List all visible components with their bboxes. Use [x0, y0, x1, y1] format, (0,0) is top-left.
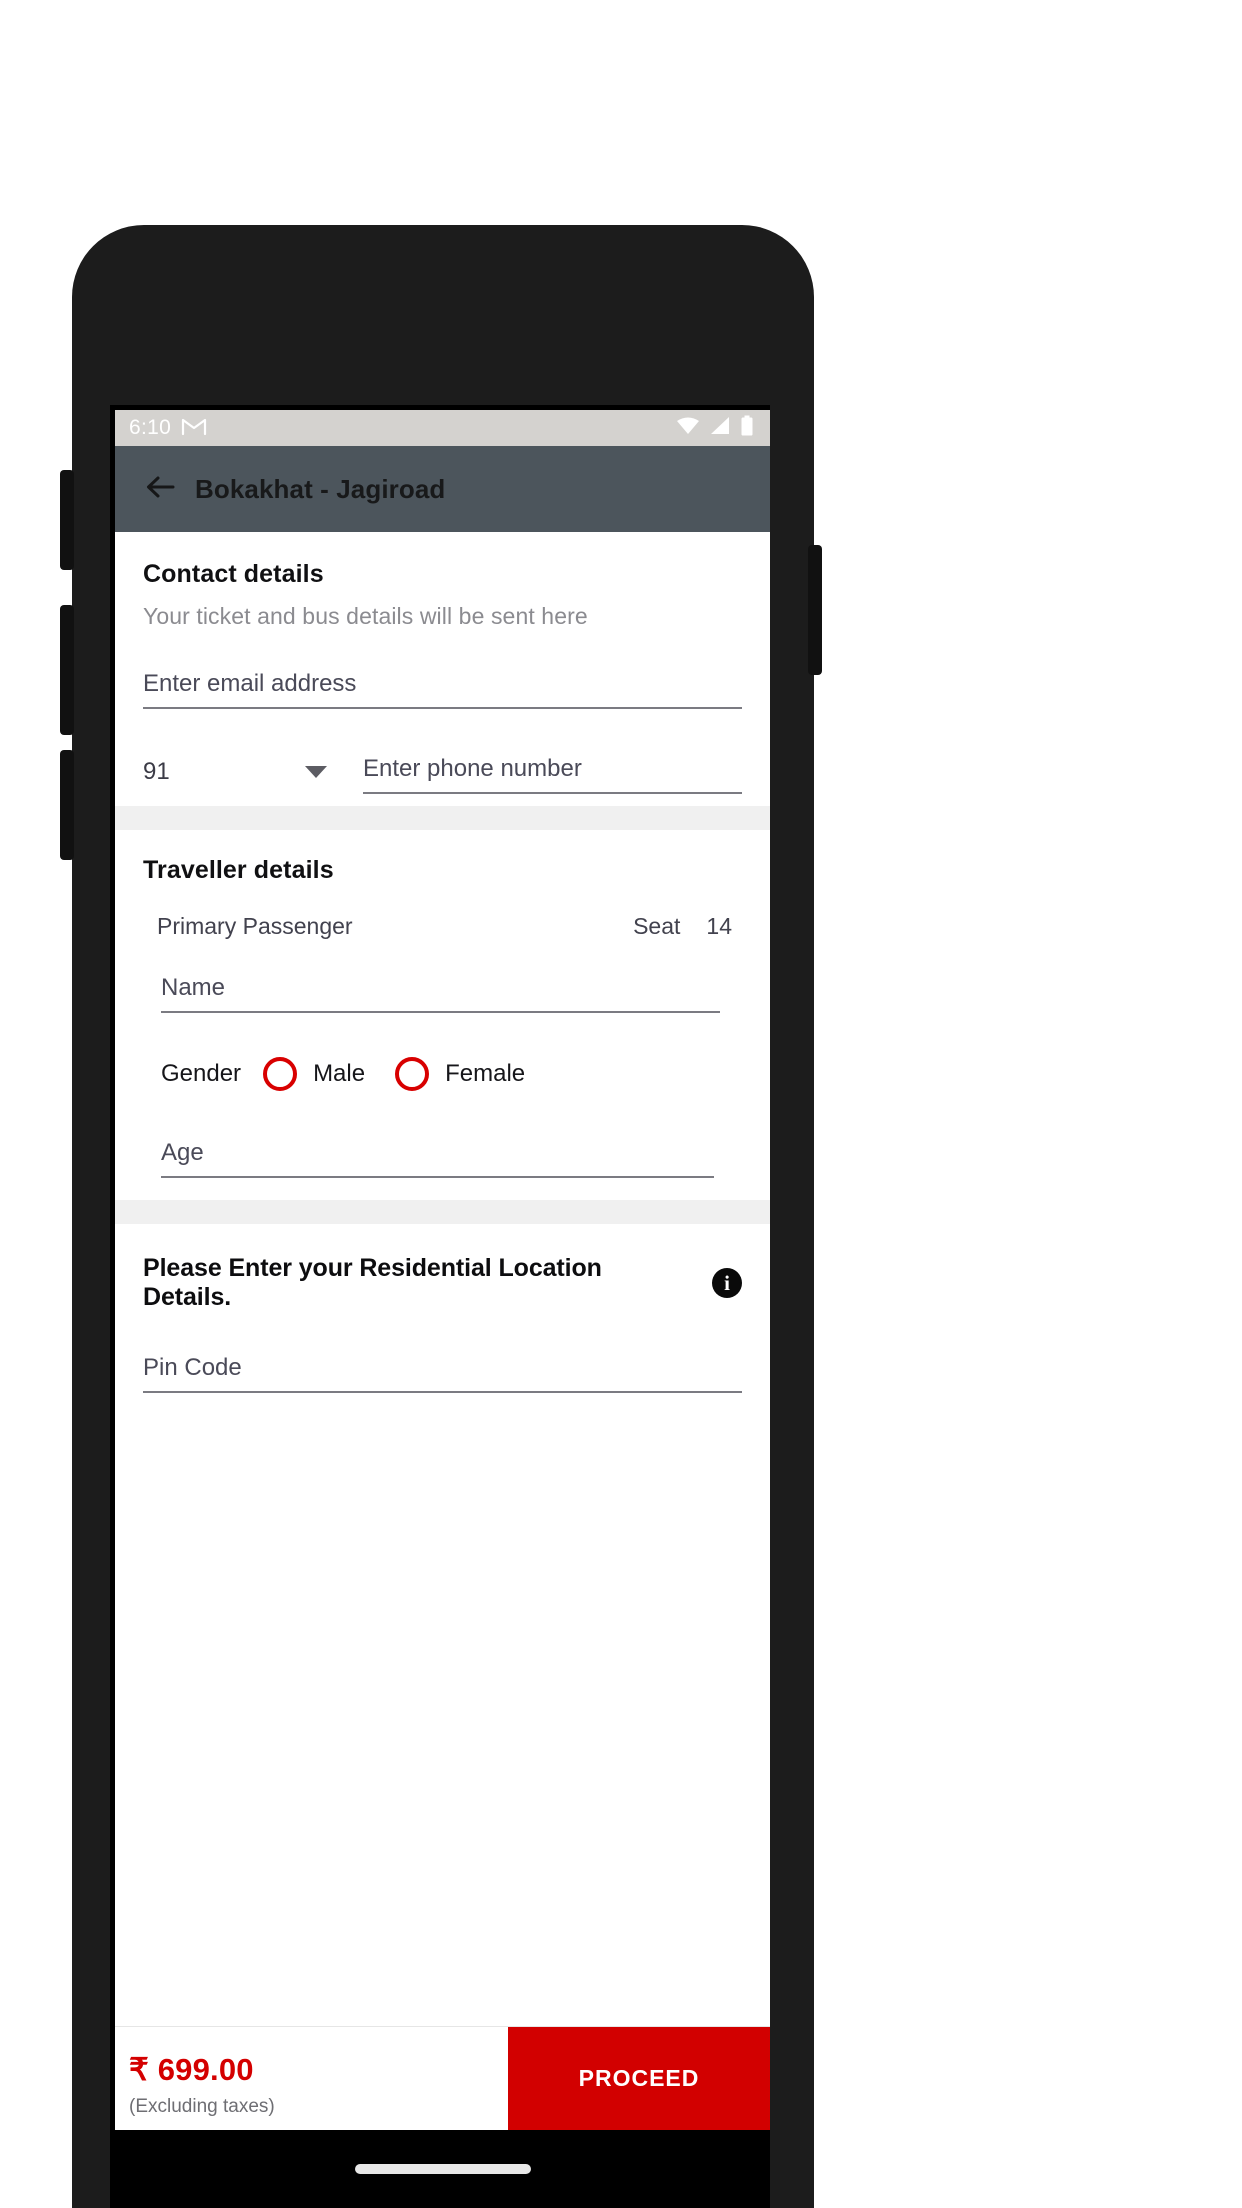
assistant-button[interactable] [60, 750, 74, 860]
gender-option-male-label[interactable]: Male [313, 1060, 365, 1088]
passenger-header-row: Primary Passenger Seat 14 [143, 913, 742, 940]
age-field-wrapper[interactable] [161, 1139, 714, 1178]
gender-radio-male[interactable] [263, 1057, 298, 1091]
info-icon[interactable]: i [712, 1268, 742, 1298]
home-gesture-pill[interactable] [354, 2164, 531, 2174]
name-field-wrapper[interactable] [161, 974, 720, 1013]
page-title: Bokakhat - Jagiroad [195, 473, 446, 504]
phone-input[interactable] [363, 755, 742, 783]
pin-code-field-wrapper[interactable] [143, 1354, 742, 1393]
back-arrow-icon[interactable] [145, 474, 175, 505]
residential-heading-row: Please Enter your Residential Location D… [143, 1254, 742, 1312]
pin-code-input[interactable] [143, 1354, 742, 1382]
country-code-select[interactable]: 91 [143, 758, 333, 794]
screenshot-stage: 6:10 Bokakhat - Jagiroad Contact details… [0, 0, 1242, 2208]
cellular-signal-icon [709, 416, 731, 441]
volume-down-button[interactable] [60, 605, 74, 735]
gender-label: Gender [161, 1060, 242, 1087]
traveller-details-section: Traveller details Primary Passenger Seat… [115, 830, 770, 1200]
seat-info: Seat 14 [633, 913, 732, 940]
contact-details-section: Contact details Your ticket and bus deta… [115, 532, 770, 806]
passenger-label: Primary Passenger [157, 913, 353, 939]
proceed-button[interactable]: PROCEED [508, 2027, 770, 2130]
contact-details-subtitle: Your ticket and bus details will be sent… [143, 603, 588, 629]
age-input[interactable] [161, 1139, 714, 1167]
power-button[interactable] [808, 545, 822, 675]
phone-field-wrapper[interactable] [363, 755, 742, 794]
price-box: ₹ 699.00 (Excluding taxes) [115, 2027, 508, 2130]
volume-up-button[interactable] [60, 470, 74, 570]
residential-location-section: Please Enter your Residential Location D… [115, 1224, 770, 1413]
email-input[interactable] [143, 670, 742, 698]
gmail-icon [181, 416, 207, 441]
status-bar-left: 6:10 [129, 416, 207, 441]
seat-label: Seat [633, 913, 681, 939]
android-navigation-bar [115, 2130, 770, 2208]
status-bar: 6:10 [115, 410, 770, 446]
status-time: 6:10 [129, 416, 172, 439]
traveller-details-heading: Traveller details [143, 856, 334, 884]
status-bar-right [676, 410, 754, 446]
residential-heading: Please Enter your Residential Location D… [143, 1254, 602, 1311]
gender-row: Gender Male Female [161, 1057, 742, 1091]
name-input[interactable] [161, 974, 720, 1002]
gender-option-female-label[interactable]: Female [445, 1060, 525, 1088]
battery-icon [740, 415, 754, 442]
email-field-wrapper[interactable] [143, 670, 742, 709]
chevron-down-icon [305, 766, 327, 778]
app-bar: Bokakhat - Jagiroad [115, 446, 770, 532]
bottom-action-bar: ₹ 699.00 (Excluding taxes) PROCEED [115, 2026, 770, 2130]
contact-details-heading: Contact details [143, 560, 324, 588]
price-note: (Excluding taxes) [129, 2095, 275, 2117]
total-price: ₹ 699.00 [129, 2051, 254, 2087]
wifi-icon [676, 416, 700, 441]
phone-screen: 6:10 Bokakhat - Jagiroad Contact details… [110, 405, 770, 2208]
phone-row: 91 [143, 755, 742, 796]
seat-number: 14 [706, 913, 732, 939]
gender-radio-female[interactable] [395, 1057, 430, 1091]
country-code-value: 91 [143, 758, 170, 785]
section-divider-1 [115, 806, 770, 830]
section-divider-2 [115, 1200, 770, 1224]
screen-content: 6:10 Bokakhat - Jagiroad Contact details… [115, 410, 770, 2130]
